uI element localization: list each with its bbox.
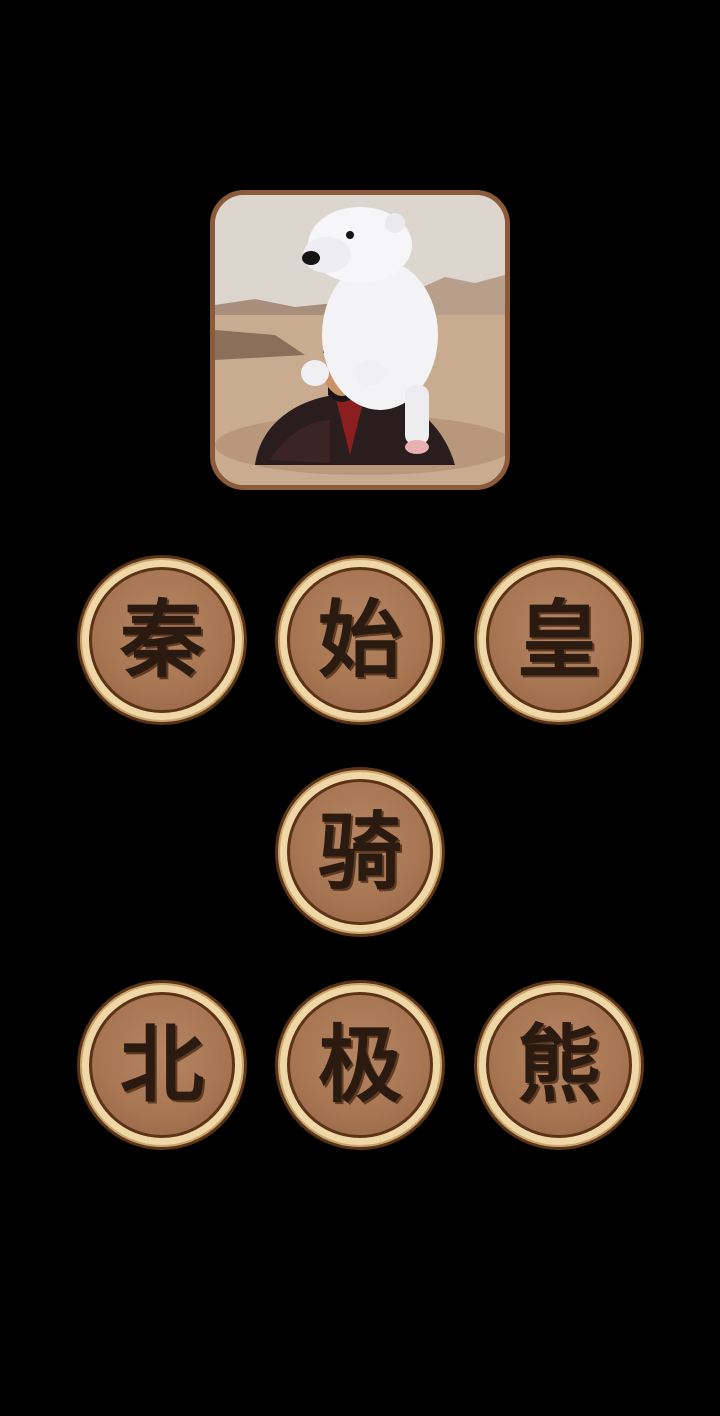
answer-tile-4[interactable]: 骑 [275,767,445,937]
tile-char: 极 [317,1015,402,1114]
answer-tile-6[interactable]: 极 [275,980,445,1150]
tile-face: 皇 [486,567,632,713]
tile-face: 始 [287,567,433,713]
answer-tile-2[interactable]: 始 [275,555,445,725]
tile-face: 北 [89,992,235,1138]
puzzle-picture [210,190,510,490]
tile-face: 极 [287,992,433,1138]
answer-tile-7[interactable]: 熊 [474,980,644,1150]
polar-bear-on-emperor-image [215,195,505,485]
tile-face: 秦 [89,567,235,713]
tile-char: 皇 [516,590,601,689]
tile-char: 始 [317,590,402,689]
tile-char: 骑 [317,802,402,901]
answer-tile-3[interactable]: 皇 [474,555,644,725]
tile-char: 熊 [516,1015,601,1114]
tile-char: 秦 [119,590,204,689]
game-screen: 秦 始 皇 骑 北 极 熊 [0,0,720,1416]
tile-char: 北 [119,1015,204,1114]
answer-tile-5[interactable]: 北 [77,980,247,1150]
tile-face: 骑 [287,779,433,925]
tile-face: 熊 [486,992,632,1138]
answer-tile-1[interactable]: 秦 [77,555,247,725]
